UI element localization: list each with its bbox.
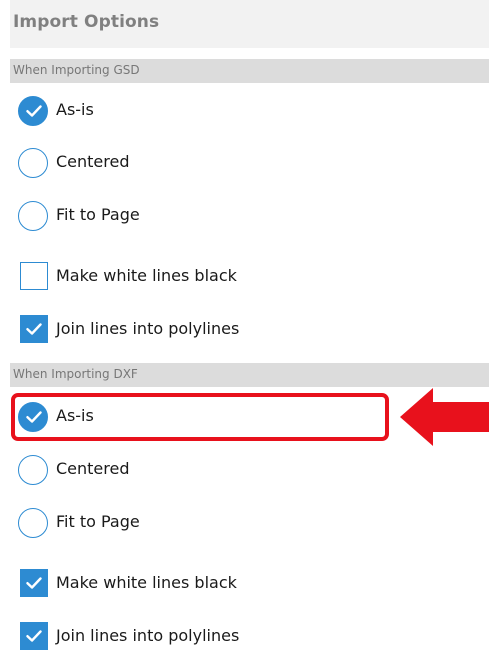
checkbox-checked-icon[interactable]: [20, 569, 48, 597]
panel-header: Import Options: [10, 0, 489, 48]
option-label: Centered: [56, 459, 130, 478]
checkbox-unchecked-icon[interactable]: [20, 262, 48, 290]
radio-unchecked-icon[interactable]: [18, 148, 48, 178]
dxf-radio-centered[interactable]: Centered: [18, 455, 378, 489]
section-header-dxf: When Importing DXF: [10, 363, 489, 387]
gsd-radio-as-is[interactable]: As-is: [18, 96, 378, 130]
checkbox-checked-icon[interactable]: [20, 622, 48, 650]
dxf-checkbox-join-polylines[interactable]: Join lines into polylines: [18, 622, 378, 656]
option-label: Centered: [56, 152, 130, 171]
option-label: Make white lines black: [56, 573, 237, 592]
panel-title: Import Options: [13, 12, 160, 32]
option-label: Fit to Page: [56, 512, 140, 531]
gsd-checkbox-white-lines-black[interactable]: Make white lines black: [18, 262, 378, 296]
option-label: Fit to Page: [56, 205, 140, 224]
option-label: As-is: [56, 100, 94, 119]
radio-unchecked-icon[interactable]: [18, 508, 48, 538]
checkbox-checked-icon[interactable]: [20, 315, 48, 343]
option-label: Make white lines black: [56, 266, 237, 285]
radio-checked-icon[interactable]: [18, 96, 48, 126]
highlight-box: [11, 393, 389, 441]
gsd-checkbox-join-polylines[interactable]: Join lines into polylines: [18, 315, 378, 349]
radio-unchecked-icon[interactable]: [18, 455, 48, 485]
section-label: When Importing GSD: [13, 63, 140, 77]
gsd-radio-centered[interactable]: Centered: [18, 148, 378, 182]
section-label: When Importing DXF: [13, 367, 138, 381]
option-label: Join lines into polylines: [56, 319, 240, 338]
dxf-radio-fit-to-page[interactable]: Fit to Page: [18, 508, 378, 542]
red-arrow-left-icon: [400, 388, 489, 446]
gsd-radio-fit-to-page[interactable]: Fit to Page: [18, 201, 378, 235]
dxf-checkbox-white-lines-black[interactable]: Make white lines black: [18, 569, 378, 603]
radio-unchecked-icon[interactable]: [18, 201, 48, 231]
section-header-gsd: When Importing GSD: [10, 59, 489, 83]
option-label: Join lines into polylines: [56, 626, 240, 645]
import-options-panel: Import Options When Importing GSD As-is …: [0, 0, 489, 663]
